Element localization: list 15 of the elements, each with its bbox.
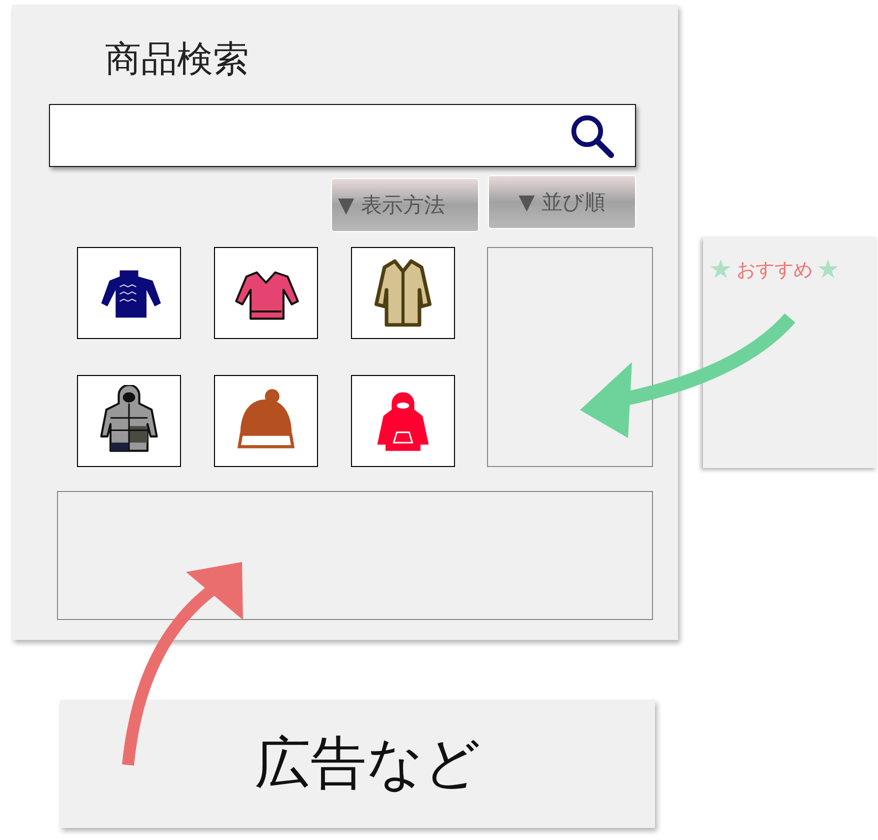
search-icon[interactable] bbox=[569, 112, 615, 158]
star-icon: ★ bbox=[816, 255, 840, 285]
product-tile[interactable] bbox=[77, 375, 181, 467]
search-field[interactable] bbox=[49, 104, 636, 167]
page-title: 商品検索 bbox=[105, 38, 249, 82]
dropdown-button[interactable]: ▼ 並び順 bbox=[488, 175, 636, 229]
caption-text: 広告など bbox=[254, 730, 480, 798]
product-tile[interactable] bbox=[214, 247, 318, 339]
product-tile[interactable] bbox=[77, 247, 181, 339]
product-tile[interactable] bbox=[214, 375, 318, 467]
star-icon: ★ bbox=[709, 255, 732, 285]
product-tile[interactable] bbox=[351, 375, 455, 467]
recommend-label: おすすめ bbox=[736, 258, 812, 283]
dropdown-button[interactable]: ▼ 表示方法 bbox=[331, 178, 479, 232]
product-tile[interactable] bbox=[351, 247, 455, 339]
